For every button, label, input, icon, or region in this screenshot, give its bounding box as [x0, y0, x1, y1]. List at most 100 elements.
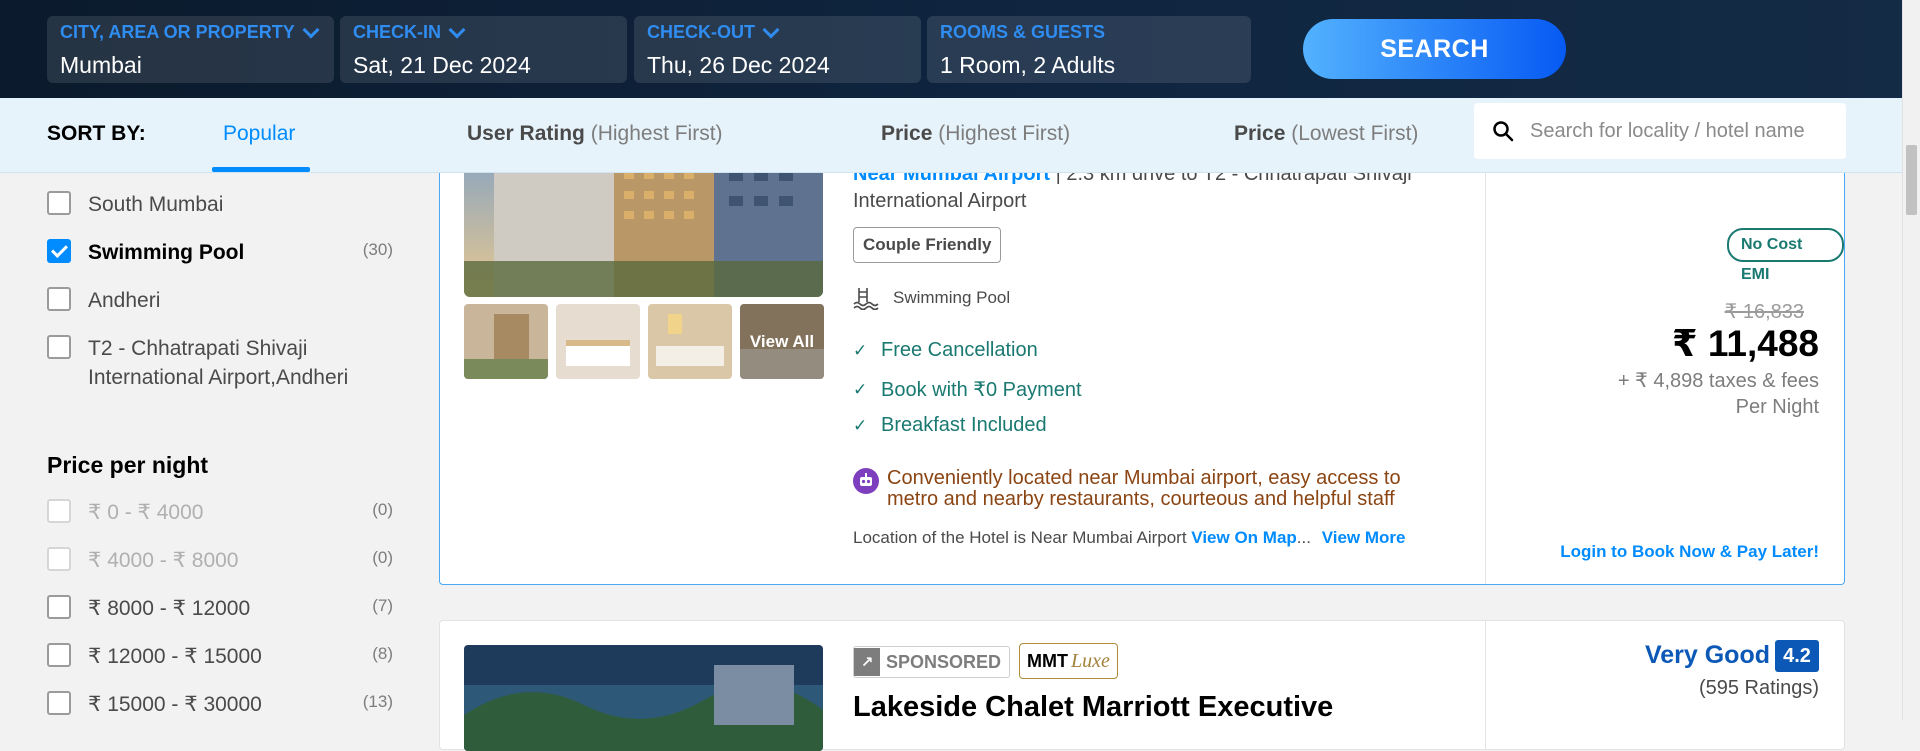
brand-prefix: MMT	[1027, 650, 1068, 671]
checkin-field-label: CHECK-IN	[353, 21, 441, 42]
couple-friendly-tag: Couple Friendly	[853, 227, 1002, 263]
hotel-main-photo[interactable]	[464, 161, 823, 297]
check-icon: ✓	[853, 340, 868, 360]
check-icon: ✓	[853, 379, 868, 399]
scrollbar-thumb[interactable]	[1906, 145, 1917, 215]
filter-t2-airport[interactable]: T2 - Chhatrapati Shivaji International A…	[47, 334, 393, 392]
hotel-thumbnail[interactable]	[464, 304, 548, 379]
city-field[interactable]: CITY, AREA OR PROPERTY Mumbai	[47, 16, 334, 83]
sort-price-low[interactable]: Price (Lowest First)	[1234, 122, 1418, 146]
checkbox[interactable]	[47, 595, 71, 619]
price-filter-0-4000: ₹ 0 - ₹ 4000 (0)	[47, 498, 393, 527]
view-all-label: View All	[740, 304, 824, 379]
checkbox[interactable]	[47, 191, 71, 215]
rating-badge: 4.2	[1775, 640, 1819, 672]
hotel-card[interactable]: View All Near Mumbai Airport | 2.3 km dr…	[439, 120, 1845, 585]
price-filter-15000-30000[interactable]: ₹ 15000 - ₹ 30000 (13)	[47, 690, 393, 719]
search-button[interactable]: SEARCH	[1303, 19, 1566, 79]
no-cost-emi-badge: No Cost EMI	[1727, 228, 1844, 283]
sort-option-label: Price	[881, 122, 933, 145]
price-filter-12000-15000[interactable]: ₹ 12000 - ₹ 15000 (8)	[47, 642, 393, 671]
filter-label: ₹ 0 - ₹ 4000	[88, 501, 204, 524]
sort-user-rating[interactable]: User Rating (Highest First)	[467, 122, 723, 146]
checkbox[interactable]	[47, 335, 71, 359]
rooms-guests-field[interactable]: ROOMS & GUESTS 1 Room, 2 Adults	[927, 16, 1251, 83]
perk-label: Free Cancellation	[881, 339, 1038, 361]
search-icon	[1493, 121, 1514, 142]
ellipsis: ...	[1296, 528, 1311, 547]
checkin-field[interactable]: CHECK-IN Sat, 21 Dec 2024	[340, 16, 627, 83]
card-divider	[1485, 121, 1486, 584]
review-text: Conveniently located near Mumbai airport…	[887, 467, 1401, 510]
mmt-luxe-logo: MMT Luxe	[1019, 643, 1118, 679]
hotel-thumbnail[interactable]	[648, 304, 732, 379]
checkbox[interactable]	[47, 643, 71, 667]
filter-label: Swimming Pool	[88, 241, 245, 264]
sort-option-label: Price	[1234, 122, 1286, 145]
chevron-down-icon	[448, 21, 466, 38]
amenity-label: Swimming Pool	[893, 288, 1011, 307]
view-on-map-link[interactable]: View On Map	[1191, 528, 1297, 547]
hotel-building-image	[464, 645, 823, 751]
perk-label: Breakfast Included	[881, 414, 1047, 436]
price-filter-4000-8000: ₹ 4000 - ₹ 8000 (0)	[47, 546, 393, 575]
card-divider	[1485, 621, 1486, 749]
filter-andheri[interactable]: Andheri	[47, 286, 393, 315]
filter-label: ₹ 12000 - ₹ 15000	[88, 645, 262, 668]
login-to-book-link[interactable]: Login to Book Now & Pay Later!	[1560, 542, 1819, 562]
filter-count: (30)	[362, 240, 393, 259]
sponsored-badge: ↗ SPONSORED	[853, 646, 1011, 678]
city-field-label: CITY, AREA OR PROPERTY	[60, 21, 295, 42]
page-scrollbar[interactable]	[1902, 0, 1920, 720]
filter-count: (0)	[372, 500, 393, 519]
brand-suffix: Luxe	[1070, 649, 1110, 672]
hotel-main-photo[interactable]	[464, 645, 823, 751]
sort-popular[interactable]: Popular	[223, 122, 295, 146]
checkbox	[47, 547, 71, 571]
locality-search-input[interactable]	[1528, 118, 1842, 144]
filter-label: T2 - Chhatrapati Shivaji International A…	[88, 337, 349, 389]
swimming-pool-icon	[853, 288, 879, 310]
hotel-price: ₹ 11,488	[1671, 323, 1819, 364]
view-more-link[interactable]: View More	[1322, 528, 1406, 547]
search-header: CITY, AREA OR PROPERTY Mumbai CHECK-IN S…	[0, 0, 1920, 98]
checkbox[interactable]	[47, 691, 71, 715]
check-icon: ✓	[853, 415, 868, 435]
hotel-name[interactable]: Lakeside Chalet Marriott Executive	[853, 691, 1333, 724]
filter-swimming-pool[interactable]: Swimming Pool (30)	[47, 238, 393, 267]
hotel-thumbnail[interactable]	[556, 304, 640, 379]
checkin-field-value: Sat, 21 Dec 2024	[353, 52, 531, 78]
filter-label: Andheri	[88, 289, 161, 312]
checkout-field-value: Thu, 26 Dec 2024	[647, 52, 830, 78]
arrow-up-right-icon: ↗	[854, 648, 880, 676]
price-per-night-title: Price per night	[47, 452, 209, 478]
checkbox-checked[interactable]	[47, 239, 71, 263]
sort-option-sub: (Lowest First)	[1291, 122, 1419, 145]
filter-label: South Mumbai	[88, 193, 224, 216]
sponsored-label: SPONSORED	[886, 651, 1002, 672]
sort-price-high[interactable]: Price (Highest First)	[881, 122, 1070, 146]
thumbnail-image	[648, 304, 732, 379]
checkbox[interactable]	[47, 287, 71, 311]
filter-south-mumbai[interactable]: South Mumbai	[47, 190, 393, 219]
location-footer: Location of the Hotel is Near Mumbai Air…	[853, 528, 1405, 548]
perk-item: ✓ Free Cancellation	[853, 339, 1038, 362]
price-filter-8000-12000[interactable]: ₹ 8000 - ₹ 12000 (7)	[47, 594, 393, 623]
review-summary: Conveniently located near Mumbai airport…	[853, 468, 1413, 510]
thumbnail-image	[464, 304, 548, 379]
rooms-guests-field-value: 1 Room, 2 Adults	[940, 52, 1116, 78]
thumbnail-image	[556, 304, 640, 379]
hotel-card[interactable]: ↗ SPONSORED MMT Luxe Lakeside Chalet Marr…	[439, 620, 1845, 751]
sort-option-sub: (Highest First)	[938, 122, 1071, 145]
locality-search	[1474, 103, 1846, 159]
ai-robot-icon	[853, 468, 879, 494]
sort-by-label: SORT BY:	[47, 122, 146, 145]
checkout-field[interactable]: CHECK-OUT Thu, 26 Dec 2024	[634, 16, 921, 83]
perk-item: ✓ Breakfast Included	[853, 414, 1047, 437]
amenity-item: Swimming Pool	[853, 286, 1010, 310]
view-all-photos[interactable]: View All	[740, 304, 824, 379]
sort-option-label: User Rating	[467, 122, 585, 145]
checkout-field-label: CHECK-OUT	[647, 21, 755, 42]
taxes-fees: + ₹ 4,898 taxes & fees	[1617, 370, 1819, 392]
rooms-guests-field-label: ROOMS & GUESTS	[940, 21, 1106, 42]
